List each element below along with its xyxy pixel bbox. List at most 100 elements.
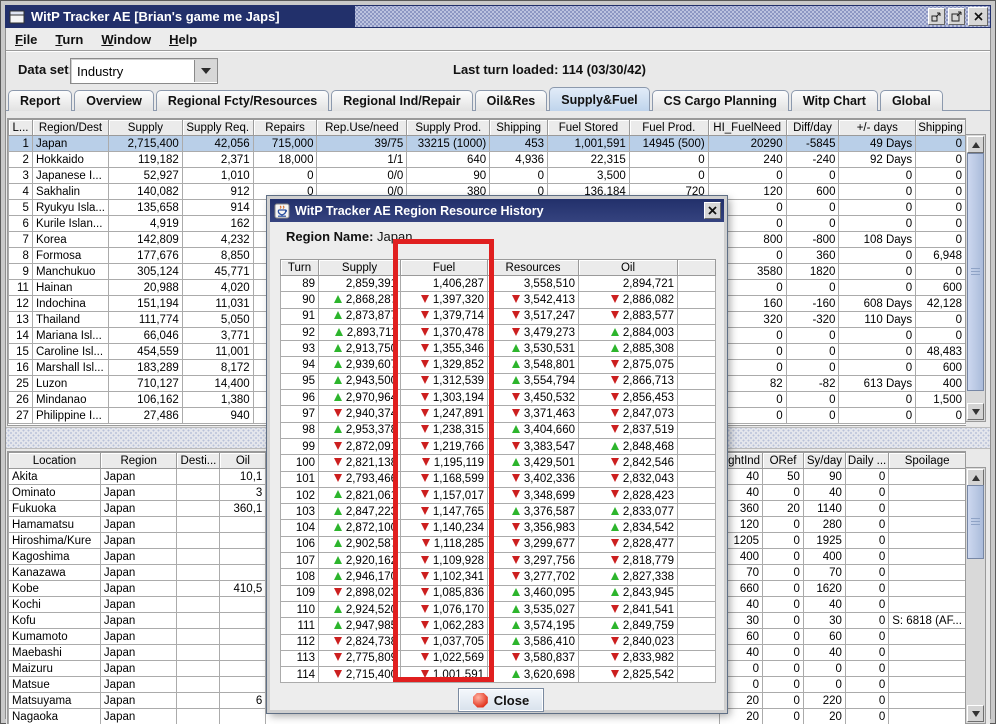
down-arrow-icon: [511, 474, 520, 483]
table-row[interactable]: 110 2,924,520 1,076,170 3,535,027 2,841,541: [280, 600, 716, 619]
table-row[interactable]: 102 2,821,061 1,157,017 3,348,699 2,828,423: [280, 486, 716, 505]
column-header-fuel-stored[interactable]: Fuel Stored: [547, 119, 630, 136]
tab-cs-cargo-planning[interactable]: CS Cargo Planning: [651, 90, 789, 111]
dialog-titlebar[interactable]: WitP Tracker AE Region Resource History: [270, 199, 724, 222]
table-row[interactable]: 89 2,859,391 1,406,287 3,558,510 2,894,721: [280, 274, 716, 293]
menu-file[interactable]: File: [6, 32, 46, 47]
up-arrow-icon: [333, 425, 342, 434]
regions-scrollbar[interactable]: [965, 134, 986, 422]
table-row[interactable]: 106 2,902,587 1,118,285 3,299,677 2,828,477: [280, 535, 716, 554]
table-row[interactable]: 97 2,940,374 1,247,891 3,371,463 2,847,073: [280, 405, 716, 423]
column-header-l[interactable]: L...: [8, 119, 33, 136]
column-header-days[interactable]: +/- days: [838, 119, 917, 136]
maximize-button[interactable]: [948, 8, 965, 25]
column-header-oref[interactable]: ORef: [762, 452, 804, 469]
table-row[interactable]: 101 2,793,466 1,168,599 3,402,336 2,832,043: [280, 470, 716, 488]
table-row[interactable]: 109 2,898,023 1,085,836 3,460,095 2,843,945: [280, 584, 716, 602]
column-header-fuel-prod[interactable]: Fuel Prod.: [628, 119, 709, 136]
window-close-button[interactable]: [968, 7, 988, 26]
table-row[interactable]: 112 2,824,738 1,037,705 3,586,410 2,840,023: [280, 633, 716, 651]
up-arrow-icon: [333, 506, 342, 515]
scroll-up-button[interactable]: [967, 136, 984, 153]
column-header-location[interactable]: Location: [8, 452, 101, 469]
column-header-hi-fuelneed[interactable]: HI_FuelNeed: [707, 119, 787, 136]
tab-supply-fuel[interactable]: Supply&Fuel: [549, 87, 650, 111]
table-row[interactable]: 113 2,775,809 1,022,569 3,580,837 2,833,982: [280, 649, 716, 668]
column-header-daily[interactable]: Daily ...: [844, 452, 890, 469]
column-header-rep-use-need[interactable]: Rep.Use/need: [316, 119, 408, 136]
table-row[interactable]: 96 2,970,964 1,303,194 3,450,532 2,856,453: [280, 389, 716, 407]
window-titlebar[interactable]: WitP Tracker AE [Brian's game me Japs]: [5, 5, 991, 28]
column-header-shipping[interactable]: Shipping: [489, 119, 549, 136]
column-header-oil[interactable]: Oil: [578, 259, 678, 276]
column-header-supply-prod[interactable]: Supply Prod.: [406, 119, 491, 136]
column-header-diff-day[interactable]: Diff/day: [785, 119, 840, 136]
up-arrow-icon: [334, 327, 343, 336]
column-header-supply-req[interactable]: Supply Req.: [181, 119, 254, 136]
chevron-down-icon[interactable]: [194, 60, 217, 82]
column-header[interactable]: [677, 259, 716, 276]
tab-regional-ind-repair[interactable]: Regional Ind/Repair: [331, 90, 473, 111]
table-row[interactable]: 108 2,946,170 1,102,341 3,277,702 2,827,338: [280, 568, 716, 586]
down-arrow-icon: [333, 408, 342, 417]
table-row[interactable]: 98 2,953,378 1,238,315 3,404,660 2,837,519: [280, 421, 716, 439]
column-header-repairs[interactable]: Repairs: [252, 119, 318, 136]
table-row[interactable]: 100 2,821,138 1,195,119 3,429,501 2,842,546: [280, 454, 716, 472]
column-header-sy-day[interactable]: Sy/day: [802, 452, 846, 469]
table-row[interactable]: 104 2,872,100 1,140,234 3,356,983 2,834,542: [280, 519, 716, 537]
column-header-region[interactable]: Region: [99, 452, 178, 469]
scroll-up-button[interactable]: [967, 469, 984, 486]
scrollbar-thumb[interactable]: [967, 153, 984, 391]
column-header-resources[interactable]: Resources: [487, 259, 579, 276]
column-header-spoilage[interactable]: Spoilage: [888, 452, 966, 469]
restore-icon: [931, 12, 941, 22]
column-header-oil[interactable]: Oil: [219, 452, 267, 469]
scroll-down-button[interactable]: [967, 705, 984, 722]
column-header-region-dest[interactable]: Region/Dest: [31, 119, 109, 136]
table-row[interactable]: 92 2,893,711 1,370,478 3,479,273 2,884,003: [280, 323, 716, 342]
scroll-up-icon: [971, 474, 980, 481]
table-row[interactable]: 93 2,913,750 1,355,346 3,530,531 2,885,308: [280, 340, 716, 358]
column-header-supply[interactable]: Supply: [318, 259, 401, 276]
menu-help[interactable]: Help: [160, 32, 206, 47]
column-header-supply[interactable]: Supply: [107, 119, 183, 136]
locations-scrollbar[interactable]: [965, 467, 986, 724]
column-header-desti[interactable]: Desti...: [176, 452, 221, 469]
down-arrow-icon: [610, 408, 619, 417]
menu-turn[interactable]: Turn: [46, 32, 92, 47]
scroll-down-button[interactable]: [967, 403, 984, 420]
tab-regional-fcty-resources[interactable]: Regional Fcty/Resources: [155, 90, 330, 111]
table-row[interactable]: 1 Japan 2,715,400 42,056 715,000 39/75 33215 (…: [8, 135, 966, 152]
scrollbar-thumb[interactable]: [967, 485, 984, 559]
up-arrow-icon: [333, 539, 342, 548]
tab-global[interactable]: Global: [879, 90, 943, 111]
menu-window[interactable]: Window: [92, 32, 160, 47]
table-row[interactable]: 90 2,868,287 1,397,320 3,542,413 2,886,082: [280, 291, 716, 309]
down-arrow-icon: [420, 637, 429, 646]
tab-report[interactable]: Report: [8, 90, 73, 111]
tab-oil-res[interactable]: Oil&Res: [474, 90, 548, 111]
down-arrow-icon: [610, 474, 619, 483]
column-header-turn[interactable]: Turn: [280, 259, 319, 276]
up-arrow-icon: [511, 360, 520, 369]
dialog-close-button[interactable]: [704, 202, 721, 219]
table-row[interactable]: 107 2,920,162 1,109,928 3,297,756 2,818,779: [280, 552, 716, 570]
down-arrow-icon: [420, 376, 429, 385]
table-row[interactable]: 91 2,873,877 1,379,714 3,517,247 2,883,577: [280, 307, 716, 325]
table-row[interactable]: 94 2,939,607 1,329,852 3,548,801 2,875,075: [280, 356, 716, 374]
tab-overview[interactable]: Overview: [74, 90, 154, 111]
table-row[interactable]: 95 2,943,500 1,312,539 3,554,794 2,866,713: [280, 372, 716, 391]
restore-button[interactable]: [928, 8, 945, 25]
tab-witp-chart[interactable]: Witp Chart: [790, 90, 878, 111]
column-header-fuel[interactable]: Fuel: [400, 259, 488, 276]
table-row[interactable]: 114 2,715,400 1,001,591 3,620,698 2,825,542: [280, 666, 716, 684]
dataset-combobox[interactable]: Industry: [70, 58, 218, 84]
table-row[interactable]: 111 2,947,985 1,062,283 3,574,195 2,849,759: [280, 617, 716, 635]
table-row[interactable]: 103 2,847,223 1,147,765 3,376,587 2,833,077: [280, 503, 716, 521]
table-row[interactable]: 2 Hokkaido 119,182 2,371 18,000 1/1 640 4,936 22…: [8, 151, 966, 168]
up-arrow-icon: [610, 588, 619, 597]
table-row[interactable]: 99 2,872,091 1,219,766 3,383,547 2,848,468: [280, 437, 716, 456]
column-header-shipping[interactable]: Shipping: [915, 119, 966, 136]
table-row[interactable]: 3 Japanese I... 52,927 1,010 0 0/0 90 0 3,500 0 0 0…: [8, 167, 966, 184]
close-button[interactable]: Close: [458, 688, 544, 712]
